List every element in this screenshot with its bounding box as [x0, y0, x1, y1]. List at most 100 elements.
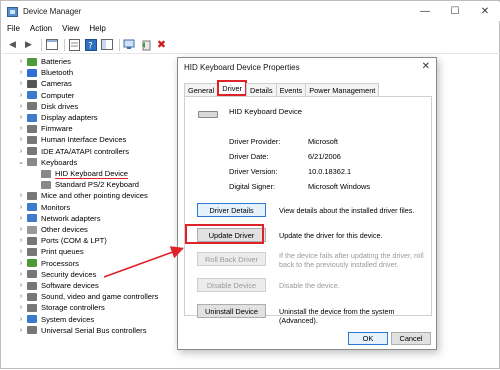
chevron-right-icon[interactable]: › [17, 237, 25, 244]
device-name: HID Keyboard Device [229, 107, 303, 116]
device-category-icon [27, 292, 37, 301]
tab-driver[interactable]: Driver [217, 80, 248, 96]
tree-item-label: Batteries [41, 57, 71, 66]
tree-category-item[interactable]: › Network adapters [17, 213, 101, 224]
menu-action[interactable]: Action [30, 24, 52, 33]
device-category-icon [27, 68, 37, 77]
tab-power-management[interactable]: Power Management [305, 83, 380, 96]
chevron-right-icon[interactable]: › [17, 148, 25, 155]
driver-details-button[interactable]: Driver Details [197, 203, 266, 217]
tree-category-item[interactable]: › Storage controllers [17, 302, 105, 313]
tree-category-item[interactable]: › Ports (COM & LPT) [17, 235, 107, 246]
window-title: Device Manager [23, 7, 82, 16]
chevron-right-icon[interactable]: › [17, 80, 25, 87]
chevron-right-icon[interactable]: › [17, 215, 25, 222]
tree-category-item[interactable]: › Universal Serial Bus controllers [17, 325, 147, 336]
back-icon[interactable]: ◀ [6, 38, 19, 51]
maximize-button[interactable]: ☐ [440, 2, 470, 21]
menu-help[interactable]: Help [89, 24, 105, 33]
chevron-right-icon[interactable]: › [17, 260, 25, 267]
properties-icon[interactable] [68, 38, 81, 51]
dialog-close-icon[interactable]: ✕ [422, 61, 430, 72]
tree-child-item[interactable]: Standard PS/2 Keyboard [39, 179, 139, 190]
tree-item-label: Ports (COM & LPT) [41, 236, 107, 246]
field-value: Microsoft Windows [308, 182, 371, 191]
tree-category-item[interactable]: › Bluetooth [17, 67, 73, 78]
tree-category-item[interactable]: › System devices [17, 314, 94, 325]
panel-icon[interactable] [100, 38, 113, 51]
chevron-down-icon[interactable]: ⌄ [17, 158, 25, 166]
chevron-right-icon[interactable]: › [17, 92, 25, 99]
ok-button[interactable]: OK [348, 332, 388, 345]
tree-item-label: Mice and other pointing devices [41, 191, 148, 201]
tree-category-item[interactable]: › Other devices [17, 224, 88, 235]
chevron-right-icon[interactable]: › [17, 58, 25, 65]
chevron-right-icon[interactable]: › [17, 271, 25, 278]
forward-icon[interactable]: ▶ [22, 38, 35, 51]
tab-events[interactable]: Events [275, 83, 307, 96]
chevron-right-icon[interactable]: › [17, 136, 25, 143]
device-category-icon [27, 326, 37, 335]
tree-category-item[interactable]: › Cameras [17, 78, 72, 89]
tree-category-item[interactable]: › Mice and other pointing devices [17, 190, 148, 201]
chevron-right-icon[interactable]: › [17, 316, 25, 323]
tree-category-item[interactable]: ⌄ Keyboards [17, 157, 77, 168]
device-category-icon [27, 315, 37, 324]
tree-category-item[interactable]: › Computer [17, 90, 75, 101]
disable-device-button[interactable]: Disable Device [197, 278, 266, 292]
chevron-right-icon[interactable]: › [17, 103, 25, 110]
chevron-right-icon[interactable]: › [17, 114, 25, 121]
tree-item-label: Firmware [41, 124, 73, 134]
field-key: Digital Signer: [229, 182, 276, 191]
toolbar-separator [119, 38, 120, 51]
scan-hardware-icon[interactable] [123, 38, 136, 51]
chevron-right-icon[interactable]: › [17, 69, 25, 76]
driver-details-description: View details about the installed driver … [279, 206, 415, 215]
tree-child-item[interactable]: HID Keyboard Device [39, 168, 129, 179]
annotation-arrow [103, 246, 185, 278]
toolbar-separator [41, 38, 42, 51]
chevron-right-icon[interactable]: › [17, 293, 25, 300]
tree-category-item[interactable]: › Processors [17, 258, 79, 269]
update-driver-icon[interactable] [139, 38, 152, 51]
menu-view[interactable]: View [62, 24, 79, 33]
tree-category-item[interactable]: › Disk drives [17, 101, 78, 112]
chevron-right-icon[interactable]: › [17, 204, 25, 211]
chevron-right-icon[interactable]: › [17, 304, 25, 311]
cancel-button[interactable]: Cancel [391, 332, 431, 345]
tree-category-item[interactable]: › Human Interface Devices [17, 134, 126, 145]
tree-category-item[interactable]: › IDE ATA/ATAPI controllers [17, 146, 129, 157]
tree-category-item[interactable]: › Firmware [17, 123, 73, 134]
minimize-button[interactable]: — [410, 2, 440, 21]
tab-details[interactable]: Details [246, 83, 277, 96]
tree-item-label: Standard PS/2 Keyboard [55, 180, 140, 190]
show-hide-console-tree-icon[interactable] [45, 38, 58, 51]
tree-item-label: Human Interface Devices [41, 135, 127, 145]
chevron-right-icon[interactable]: › [17, 282, 25, 289]
chevron-right-icon[interactable]: › [17, 192, 25, 199]
menu-file[interactable]: File [7, 24, 20, 33]
tree-category-item[interactable]: › Monitors [17, 202, 70, 213]
dialog-tabs: General Driver Details Events Power Mana… [184, 80, 380, 96]
uninstall-device-button[interactable]: Uninstall Device [197, 304, 266, 318]
chevron-right-icon[interactable]: › [17, 226, 25, 233]
tree-item-label: Computer [41, 90, 75, 100]
tree-item-label: Monitors [41, 202, 71, 212]
tree-category-item[interactable]: › Batteries [17, 56, 71, 67]
help-icon[interactable]: ? [84, 38, 97, 51]
tab-general[interactable]: General [184, 83, 219, 96]
roll-back-driver-button[interactable]: Roll Back Driver [197, 252, 266, 266]
chevron-right-icon[interactable]: › [17, 327, 25, 334]
tree-category-item[interactable]: › Display adapters [17, 112, 98, 123]
uninstall-icon[interactable]: ✖ [155, 38, 168, 51]
menu-bar: File Action View Help [2, 21, 500, 35]
chevron-right-icon[interactable]: › [17, 248, 25, 255]
tree-category-item[interactable]: › Print queues [17, 246, 84, 257]
device-manager-window: Device Manager — ☐ ✕ File Action View He… [0, 0, 500, 369]
tree-category-item[interactable]: › Software devices [17, 280, 99, 291]
close-button[interactable]: ✕ [470, 2, 500, 21]
tree-category-item[interactable]: › Security devices [17, 269, 96, 280]
chevron-right-icon[interactable]: › [17, 125, 25, 132]
tree-category-item[interactable]: › Sound, video and game controllers [17, 291, 159, 302]
tree-item-label: Bluetooth [41, 68, 74, 78]
